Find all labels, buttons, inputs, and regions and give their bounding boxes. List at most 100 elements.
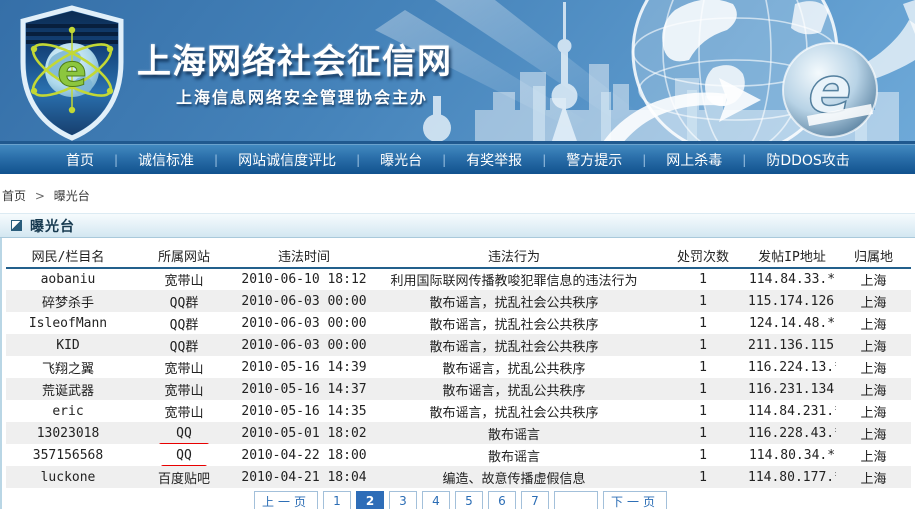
banner-cityscape-globe-art: e bbox=[375, 0, 915, 144]
breadcrumb-home-link[interactable]: 首页 bbox=[2, 189, 26, 203]
cell-count: 1 bbox=[658, 290, 748, 312]
nav-separator: | bbox=[114, 153, 118, 167]
cell-behavior: 散布谣言，扰乱社会公共秩序 bbox=[370, 290, 658, 312]
cell-count: 1 bbox=[658, 400, 748, 422]
pagination: 上一页 1 2 3 4 5 6 7 下一页 bbox=[6, 491, 915, 509]
cell-ip: 114.84.33.* bbox=[748, 268, 836, 290]
cell-website: QQ群 bbox=[130, 312, 238, 334]
cell-netizen: 357156568 bbox=[6, 444, 130, 466]
section-square-icon bbox=[11, 220, 22, 231]
cell-website: QQ bbox=[130, 444, 238, 466]
col-header-violation-time: 违法时间 bbox=[238, 244, 370, 268]
e-sphere: e bbox=[783, 43, 877, 137]
col-header-post-ip: 发帖IP地址 bbox=[748, 244, 836, 268]
website-label: 百度贴吧 bbox=[158, 472, 210, 487]
website-label: 宽带山 bbox=[164, 384, 203, 399]
nav-item-police-tips[interactable]: 警方提示 bbox=[566, 150, 622, 170]
cell-netizen: luckone bbox=[6, 466, 130, 488]
website-label-red-underlined: QQ bbox=[176, 448, 192, 463]
nav-separator: | bbox=[214, 153, 218, 167]
cell-region: 上海 bbox=[836, 378, 911, 400]
cell-region: 上海 bbox=[836, 312, 911, 334]
table-row: eric 宽带山 2010-05-16 14:35 散布谣言，扰乱社会公共秩序 … bbox=[6, 400, 911, 422]
nav-item-credit-standard[interactable]: 诚信标准 bbox=[138, 150, 194, 170]
nav-item-site-credit-rating[interactable]: 网站诚信度评比 bbox=[238, 150, 336, 170]
main-nav: 首页 | 诚信标准 | 网站诚信度评比 | 曝光台 | 有奖举报 | 警方提示 … bbox=[0, 144, 915, 174]
col-header-region: 归属地 bbox=[836, 244, 911, 268]
cell-ip: 211.136.115.* bbox=[748, 334, 836, 356]
pagination-page-2-current[interactable]: 2 bbox=[356, 491, 384, 509]
cell-count: 1 bbox=[658, 444, 748, 466]
cell-region: 上海 bbox=[836, 422, 911, 444]
table-row: luckone 百度贴吧 2010-04-21 18:04 编造、故意传播虚假信… bbox=[6, 466, 911, 488]
col-header-netizen: 网民/栏目名 bbox=[6, 244, 130, 268]
section-title: 曝光台 bbox=[30, 216, 75, 236]
table-row: 碎梦杀手 QQ群 2010-06-03 00:00 散布谣言，扰乱社会公共秩序 … bbox=[6, 290, 911, 312]
cell-time: 2010-06-03 00:00 bbox=[238, 334, 370, 356]
cell-ip: 124.14.48.* bbox=[748, 312, 836, 334]
cell-region: 上海 bbox=[836, 334, 911, 356]
cell-behavior: 散布谣言，扰乱公共秩序 bbox=[370, 378, 658, 400]
pagination-prev-button[interactable]: 上一页 bbox=[254, 491, 318, 509]
table-row: IsleofMann QQ群 2010-06-03 00:00 散布谣言，扰乱社… bbox=[6, 312, 911, 334]
cell-count: 1 bbox=[658, 268, 748, 290]
section-header-bar: 曝光台 bbox=[0, 213, 915, 238]
exposure-table-panel: 网民/栏目名 所属网站 违法时间 违法行为 处罚次数 发帖IP地址 归属地 ao… bbox=[0, 238, 915, 509]
table-row: 飞翔之翼 宽带山 2010-05-16 14:39 散布谣言，扰乱公共秩序 1 … bbox=[6, 356, 911, 378]
cell-ip: 114.84.231.* bbox=[748, 400, 836, 422]
cell-behavior: 散布谣言，扰乱社会公共秩序 bbox=[370, 400, 658, 422]
cell-website: 宽带山 bbox=[130, 268, 238, 290]
pagination-page-6[interactable]: 6 bbox=[488, 491, 516, 509]
cell-count: 1 bbox=[658, 356, 748, 378]
nav-item-online-antivirus[interactable]: 网上杀毒 bbox=[666, 150, 722, 170]
cell-region: 上海 bbox=[836, 400, 911, 422]
website-label-red-underlined: QQ bbox=[176, 426, 192, 441]
nav-item-anti-ddos[interactable]: 防DDOS攻击 bbox=[766, 150, 849, 170]
table-row: 13023018 QQ 2010-05-01 18:02 散布谣言 1 116.… bbox=[6, 422, 911, 444]
website-label-red-underlined: QQ群 bbox=[170, 292, 199, 311]
pagination-page-5[interactable]: 5 bbox=[455, 491, 483, 509]
nav-separator: | bbox=[542, 153, 546, 167]
breadcrumb: 首页 > 曝光台 bbox=[0, 174, 915, 213]
cell-time: 2010-06-10 18:12 bbox=[238, 268, 370, 290]
cell-time: 2010-06-03 00:00 bbox=[238, 290, 370, 312]
pagination-page-7[interactable]: 7 bbox=[521, 491, 549, 509]
exposure-table: 网民/栏目名 所属网站 违法时间 违法行为 处罚次数 发帖IP地址 归属地 ao… bbox=[6, 244, 911, 488]
breadcrumb-current: 曝光台 bbox=[54, 189, 90, 203]
cell-behavior: 散布谣言 bbox=[370, 422, 658, 444]
cell-count: 1 bbox=[658, 422, 748, 444]
cell-time: 2010-06-03 00:00 bbox=[238, 312, 370, 334]
cell-ip: 116.224.13.* bbox=[748, 356, 836, 378]
cell-netizen: IsleofMann bbox=[6, 312, 130, 334]
cell-time: 2010-05-16 14:35 bbox=[238, 400, 370, 422]
pagination-page-3[interactable]: 3 bbox=[389, 491, 417, 509]
cell-website: 宽带山 bbox=[130, 400, 238, 422]
cell-count: 1 bbox=[658, 378, 748, 400]
cell-behavior: 散布谣言，扰乱社会公共秩序 bbox=[370, 312, 658, 334]
cell-website: 宽带山 bbox=[130, 378, 238, 400]
cell-behavior: 利用国际联网传播教唆犯罪信息的违法行为 bbox=[370, 268, 658, 290]
pagination-page-4[interactable]: 4 bbox=[422, 491, 450, 509]
cell-netizen: eric bbox=[6, 400, 130, 422]
nav-item-reward-report[interactable]: 有奖举报 bbox=[466, 150, 522, 170]
pagination-page-1[interactable]: 1 bbox=[323, 491, 351, 509]
cell-website: QQ bbox=[130, 422, 238, 444]
cell-region: 上海 bbox=[836, 290, 911, 312]
cell-netizen: 碎梦杀手 bbox=[6, 290, 130, 312]
cell-count: 1 bbox=[658, 334, 748, 356]
website-label-red-underlined: QQ群 bbox=[170, 336, 199, 355]
table-row: KID QQ群 2010-06-03 00:00 散布谣言，扰乱社会公共秩序 1… bbox=[6, 334, 911, 356]
table-row: aobaniu 宽带山 2010-06-10 18:12 利用国际联网传播教唆犯… bbox=[6, 268, 911, 290]
cell-ip: 114.80.34.* bbox=[748, 444, 836, 466]
nav-item-exposure-platform[interactable]: 曝光台 bbox=[380, 150, 422, 170]
website-label-red-underlined: QQ群 bbox=[170, 314, 199, 333]
cell-region: 上海 bbox=[836, 466, 911, 488]
cell-netizen: 荒诞武器 bbox=[6, 378, 130, 400]
cell-website: 百度贴吧 bbox=[130, 466, 238, 488]
cell-count: 1 bbox=[658, 466, 748, 488]
nav-item-home[interactable]: 首页 bbox=[66, 150, 94, 170]
pagination-ellipsis-box[interactable] bbox=[554, 491, 598, 509]
website-label: 宽带山 bbox=[164, 362, 203, 377]
table-row: 荒诞武器 宽带山 2010-05-16 14:37 散布谣言，扰乱公共秩序 1 … bbox=[6, 378, 911, 400]
pagination-next-button[interactable]: 下一页 bbox=[603, 491, 667, 509]
